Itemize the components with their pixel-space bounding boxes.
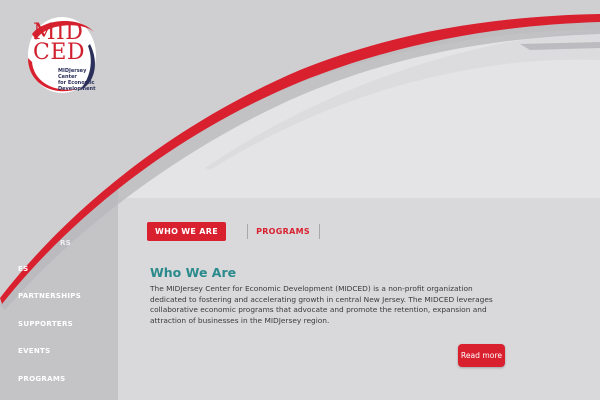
sidebar-item-partnerships[interactable]: PARTNERSHIPS [18,292,81,300]
sidebar-item-supporters[interactable]: SUPPORTERS [18,320,73,328]
tab-divider [319,224,320,239]
page: MID CED MIDJersey Center for Economic De… [0,0,600,400]
sidebar-item-events[interactable]: EVENTS [18,347,50,355]
logo-subtitle: MIDJersey Center for Economic Developmen… [58,68,100,92]
logo-subtitle-line: MIDJersey Center [58,68,87,80]
tab-programs[interactable]: PROGRAMS [250,222,316,241]
sidebar-item-partial-1[interactable]: RS [60,239,71,247]
midced-logo[interactable]: MID CED MIDJersey Center for Economic De… [24,14,100,96]
logo-subtitle-line: Development [58,86,96,92]
tab-divider [247,224,248,239]
section-paragraph: The MIDJersey Center for Economic Develo… [150,284,493,325]
read-more-button[interactable]: Read more [458,344,505,367]
logo-text-ced: CED [33,40,86,65]
section-heading: Who We Are [150,265,237,280]
sidebar-item-partial-2[interactable]: ES [18,265,28,273]
tab-who-we-are[interactable]: WHO WE ARE [147,222,226,241]
sidebar-item-programs[interactable]: PROGRAMS [18,375,65,383]
